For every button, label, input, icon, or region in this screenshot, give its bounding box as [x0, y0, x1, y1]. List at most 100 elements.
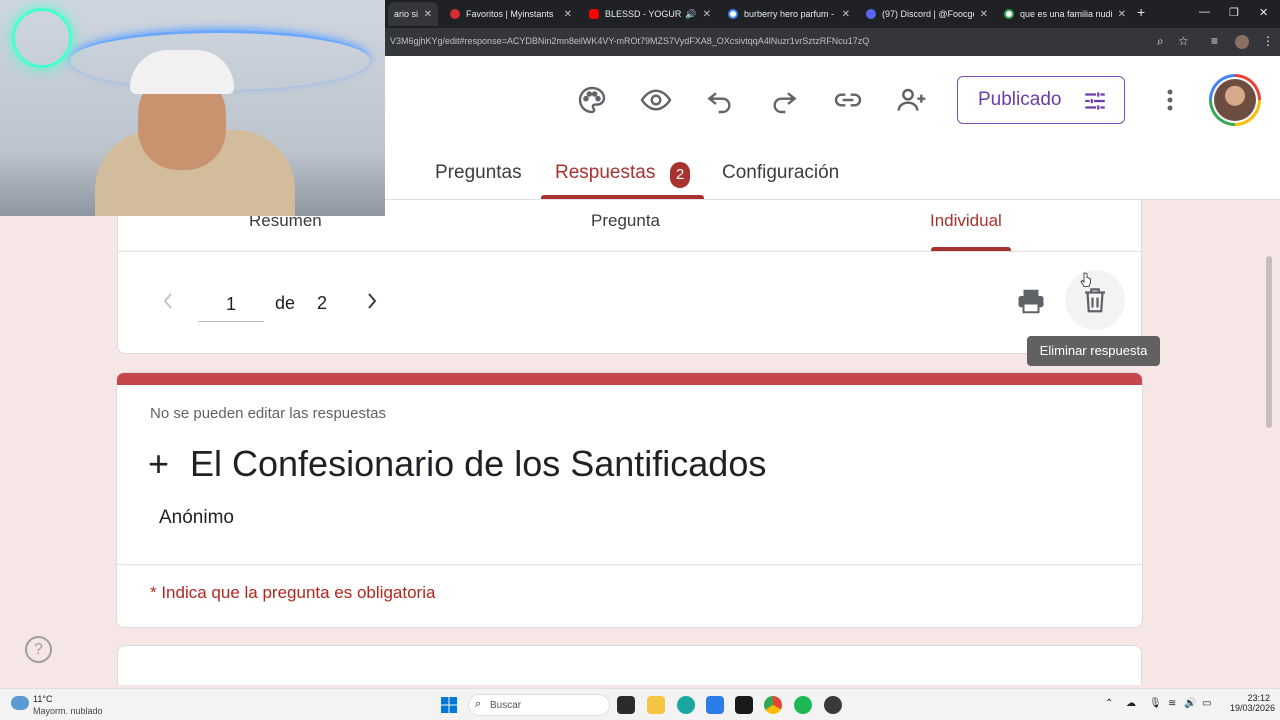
avatar-ring	[1212, 77, 1258, 123]
subtab-question[interactable]: Pregunta	[591, 211, 660, 231]
tab-current[interactable]: ario sin t... ✕	[388, 2, 438, 26]
preview-eye-icon[interactable]	[640, 84, 672, 116]
browser-menu-icon[interactable]: ⋮	[1262, 34, 1274, 48]
volume-icon[interactable]: 🔊	[1184, 698, 1196, 709]
tab-search[interactable]: que es una familia nudist ✕	[998, 2, 1132, 26]
page-scrollbar[interactable]	[1266, 256, 1272, 428]
windows-taskbar: 11°C Mayorm. nublado ⌕ Buscar ⌃ ☁ 🎙 ≋ 🔊 …	[0, 688, 1280, 720]
divider	[117, 564, 1142, 565]
close-icon[interactable]: ✕	[1118, 9, 1126, 20]
previous-response-icon[interactable]	[158, 289, 178, 313]
person-cap	[130, 50, 234, 94]
app-y-icon[interactable]	[735, 696, 753, 714]
delete-response-button[interactable]	[1065, 270, 1125, 330]
tab-title: (97) Discord | @Foocger yt	[882, 9, 974, 19]
tab-burberry[interactable]: burberry hero parfum - B ✕	[722, 2, 856, 26]
edge-icon[interactable]	[677, 696, 695, 714]
system-clock[interactable]: 23:12 19/03/2026	[1230, 693, 1276, 713]
task-view-icon[interactable]	[617, 696, 635, 714]
tab-title: que es una familia nudist	[1020, 9, 1112, 19]
google-favicon-icon	[728, 9, 738, 19]
close-icon[interactable]: ✕	[980, 9, 988, 20]
restore-icon[interactable]: ❐	[1229, 6, 1239, 19]
add-collaborator-icon[interactable]	[896, 84, 928, 116]
responses-count-badge: 2	[670, 162, 690, 188]
youtube-favicon-icon	[589, 9, 599, 19]
weather-cloud-icon[interactable]	[11, 696, 29, 710]
tab-title: BLESSD - YOGURCITO	[605, 9, 682, 19]
respondent-label: Anónimo	[159, 507, 234, 528]
window-close-icon[interactable]: ✕	[1259, 6, 1268, 19]
pager-total: 2	[317, 293, 328, 313]
plus-icon: +	[148, 443, 170, 484]
next-response-icon[interactable]	[362, 289, 382, 313]
wifi-icon[interactable]: ≋	[1168, 698, 1176, 709]
windows-start-icon[interactable]	[441, 697, 457, 713]
tab-title: Favoritos | Myinstants	[466, 9, 554, 19]
tray-overflow-icon[interactable]: ⌃	[1105, 698, 1113, 709]
help-icon[interactable]: ?	[25, 636, 52, 663]
close-icon[interactable]: ✕	[424, 9, 432, 20]
clock-date: 19/03/2026	[1230, 703, 1276, 713]
tab-settings[interactable]: Configuración	[722, 162, 839, 184]
search-placeholder: Buscar	[490, 700, 522, 711]
response-navigator: 1 de 2	[117, 252, 1142, 354]
browser-profile-avatar[interactable]	[1235, 35, 1249, 49]
discord-favicon-icon	[866, 9, 876, 19]
required-notice: * Indica que la pregunta es obligatoria	[150, 583, 436, 602]
onedrive-icon[interactable]: ☁	[1126, 698, 1136, 709]
subtab-individual[interactable]: Individual	[930, 211, 1002, 231]
clock-time: 23:12	[1247, 693, 1270, 703]
tab-title: ario sin t...	[394, 9, 418, 19]
link-icon[interactable]	[832, 84, 864, 116]
media-control-icon[interactable]: ≡	[1211, 34, 1218, 48]
minimize-icon[interactable]: —	[1199, 6, 1210, 18]
spotify-icon[interactable]	[794, 696, 812, 714]
new-tab-button[interactable]: +	[1137, 4, 1145, 20]
next-question-card	[117, 645, 1142, 685]
store-icon[interactable]	[706, 696, 724, 714]
tab-responses[interactable]: Respuestas	[555, 162, 655, 184]
weather-description: Mayorm. nublado	[33, 706, 103, 716]
form-title: El Confesionario de los Santificados	[190, 443, 767, 484]
battery-icon[interactable]: ▭	[1202, 698, 1211, 709]
weather-temperature: 11°C	[33, 694, 53, 704]
tab-title: burberry hero parfum - B	[744, 9, 836, 19]
tab-youtube[interactable]: BLESSD - YOGURCITO 🔊 ✕	[583, 2, 717, 26]
search-icon: ⌕	[475, 698, 482, 710]
close-icon[interactable]: ✕	[703, 9, 711, 20]
close-icon[interactable]: ✕	[842, 9, 850, 20]
page-number-input[interactable]: 1	[198, 290, 264, 322]
pager-of-label: de	[275, 293, 296, 313]
more-options-icon[interactable]	[1160, 84, 1180, 116]
tab-questions[interactable]: Preguntas	[435, 162, 522, 184]
microphone-icon[interactable]: 🎙	[1149, 698, 1162, 709]
publish-button[interactable]: Publicado	[957, 76, 1125, 124]
tab-discord[interactable]: (97) Discord | @Foocger yt ✕	[860, 2, 994, 26]
redo-icon[interactable]	[768, 84, 800, 116]
form-accent-bar	[117, 373, 1142, 385]
palette-icon[interactable]	[576, 84, 608, 116]
taskbar-search-input[interactable]: ⌕ Buscar	[468, 694, 610, 716]
trash-icon	[1085, 288, 1105, 313]
tab-myinstants[interactable]: Favoritos | Myinstants ✕	[444, 2, 578, 26]
active-tab-indicator	[541, 195, 704, 199]
app-notification-icon[interactable]	[824, 696, 842, 714]
url-field[interactable]: V3M6gjhKYg/edit#response=ACYDBNin2mn8eil…	[390, 36, 869, 46]
myinstants-favicon-icon	[450, 9, 460, 19]
active-subtab-indicator	[931, 247, 1011, 251]
chrome-icon[interactable]	[764, 696, 782, 714]
account-avatar[interactable]	[1209, 74, 1261, 126]
delete-tooltip: Eliminar respuesta	[1027, 336, 1160, 366]
google-favicon-icon	[1004, 9, 1014, 19]
print-icon[interactable]	[1016, 286, 1046, 316]
audio-playing-icon[interactable]: 🔊	[685, 9, 696, 20]
undo-icon[interactable]	[704, 84, 736, 116]
bookmark-star-icon[interactable]: ☆	[1178, 34, 1189, 48]
mouse-pointer-icon	[1080, 272, 1092, 288]
cant-edit-notice: No se pueden editar las respuestas	[150, 405, 386, 422]
zoom-icon[interactable]: ⌕	[1157, 34, 1164, 49]
tune-icon	[1085, 92, 1105, 110]
close-icon[interactable]: ✕	[564, 9, 572, 20]
file-explorer-icon[interactable]	[647, 696, 665, 714]
